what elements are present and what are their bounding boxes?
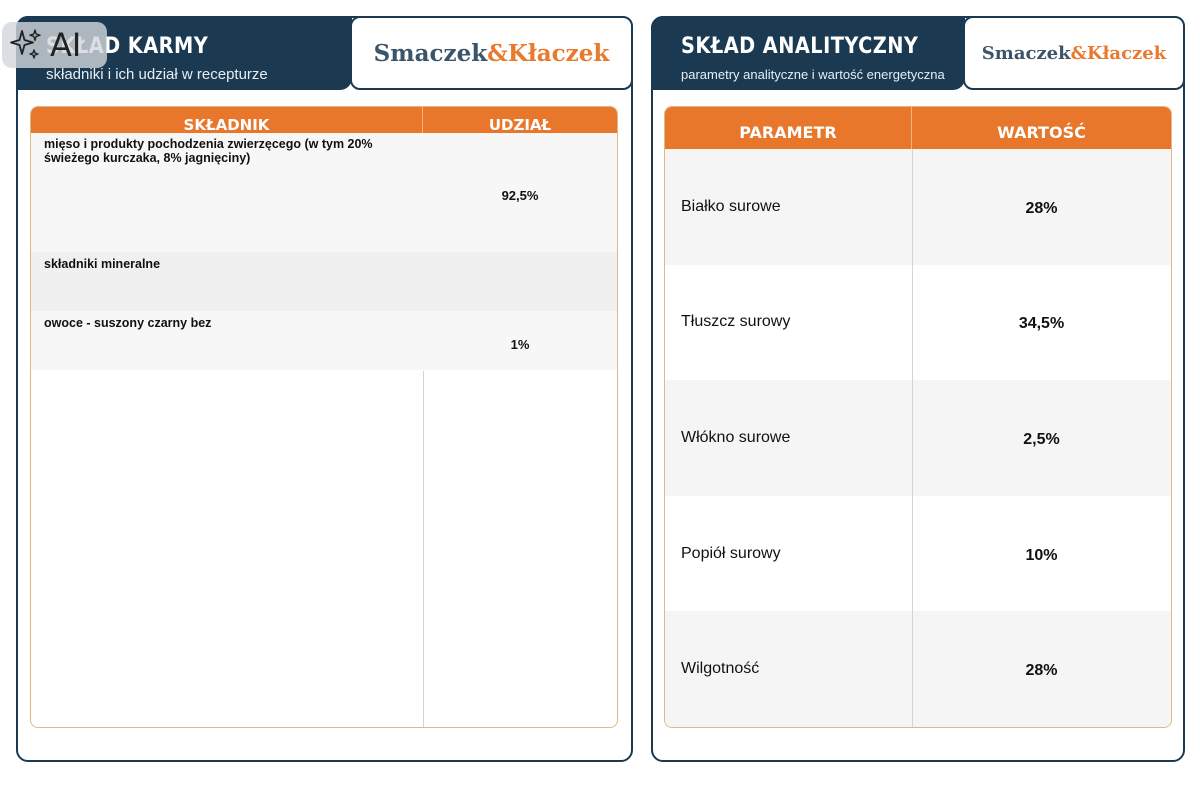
brand-logo-part2: &Kłaczek <box>487 39 610 67</box>
analytical-title: SKŁAD ANALITYCZNY <box>681 34 919 59</box>
ingredient-share: 92,5% <box>501 188 539 203</box>
parameter-name: Popiół surowy <box>681 544 781 562</box>
ingredient-name: składniki mineralne <box>44 257 161 271</box>
ingredient-share <box>423 252 617 311</box>
analytical-panel: SKŁAD ANALITYCZNY parametry analityczne … <box>651 16 1185 762</box>
ingredient-name: owoce - suszony czarny bez <box>44 316 212 330</box>
parameter-name: Włókno surowe <box>681 428 791 446</box>
analytical-table-header: PARAMETR WARTOŚĆ <box>665 107 1171 149</box>
table-row: Popiół surowy 10% <box>665 495 1171 612</box>
brand-logo: Smaczek &Kłaczek <box>350 16 633 90</box>
ai-badge[interactable]: AI <box>2 22 107 68</box>
table-row: mięso i produkty pochodzenia zwierzęcego… <box>31 133 617 252</box>
ingredient-share: 1% <box>510 337 530 352</box>
brand-logo-part1: Smaczek <box>981 42 1071 64</box>
analytical-table-body: Białko surowe 28% Tłuszcz surowy 34,5% W… <box>665 149 1171 727</box>
parameter-value: 2,5% <box>1023 430 1060 448</box>
ingredient-name: mięso i produkty pochodzenia zwierzęcego… <box>44 137 373 165</box>
parameter-value: 34,5% <box>1018 315 1065 333</box>
table-row: owoce - suszony czarny bez 1% <box>31 311 617 370</box>
analytical-table: PARAMETR WARTOŚĆ Białko surowe 28% Tłusz… <box>664 106 1172 728</box>
column-header-value: WARTOŚĆ <box>997 122 1086 142</box>
analytical-header: SKŁAD ANALITYCZNY parametry analityczne … <box>651 16 965 90</box>
column-divider <box>912 149 913 727</box>
table-row: Białko surowe 28% <box>665 149 1171 265</box>
parameter-name: Wilgotność <box>681 660 760 678</box>
ingredients-table-header: SKŁADNIK UDZIAŁ <box>31 107 617 134</box>
composition-panel: SKŁAD KARMY składniki i ich udział w rec… <box>16 16 633 762</box>
column-header-parameter: PARAMETR <box>665 107 912 149</box>
parameter-name: Białko surowe <box>681 197 781 215</box>
table-row: Tłuszcz surowy 34,5% <box>665 264 1171 381</box>
table-row: składniki mineralne <box>31 252 617 311</box>
sparkle-icon <box>10 29 41 59</box>
table-row: Włókno surowe 2,5% <box>665 380 1171 496</box>
brand-logo-part2: &Kłaczek <box>1070 42 1167 64</box>
ai-badge-label: AI <box>50 26 82 64</box>
column-header-ingredient: SKŁADNIK <box>31 107 423 134</box>
table-row: Wilgotność 28% <box>665 611 1171 727</box>
brand-logo: Smaczek &Kłaczek <box>963 16 1185 90</box>
column-header-share: UDZIAŁ <box>488 115 552 134</box>
composition-subtitle: składniki i ich udział w recepturze <box>46 66 268 83</box>
column-divider <box>423 371 424 727</box>
parameter-value: 28% <box>1025 662 1058 680</box>
brand-logo-part1: Smaczek <box>373 39 488 67</box>
analytical-subtitle: parametry analityczne i wartość energety… <box>681 67 945 82</box>
ingredients-table: SKŁADNIK UDZIAŁ mięso i produkty pochodz… <box>30 106 618 728</box>
parameter-value: 10% <box>1025 546 1058 564</box>
parameter-name: Tłuszcz surowy <box>681 313 791 331</box>
parameter-value: 28% <box>1025 199 1058 217</box>
